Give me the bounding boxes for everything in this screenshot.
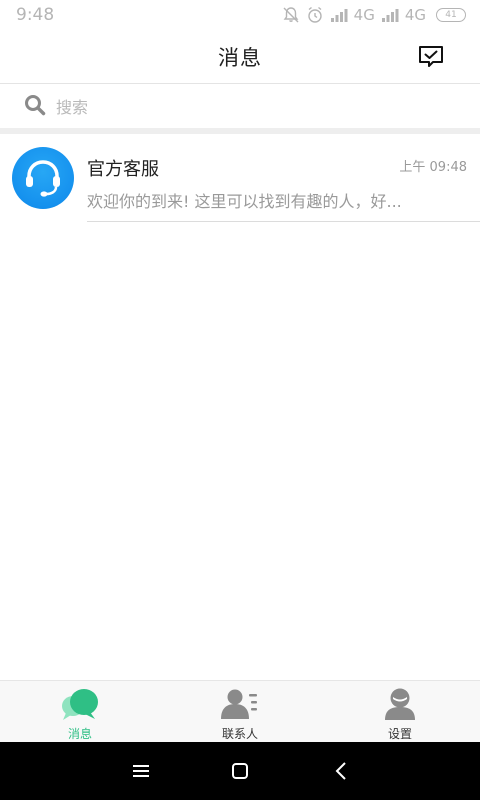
tab-messages-label: 消息	[67, 727, 92, 741]
conversation-name: 官方客服	[87, 159, 159, 180]
system-nav-bar	[0, 742, 480, 800]
bottom-nav: 消息 联系人 设置	[0, 680, 480, 742]
screen: 9:48 4G 4G 41 消息 搜索 官方客服 上午 09:48 欢迎你的到来…	[0, 0, 480, 800]
conversation-preview: 欢迎你的到来! 这里可以找到有趣的人，好...	[87, 192, 402, 211]
network-type-2: 4G	[404, 6, 426, 24]
signal-icon	[330, 8, 348, 22]
conversation-time: 上午 09:48	[399, 160, 467, 175]
back-icon[interactable]	[326, 756, 356, 786]
tab-messages[interactable]: 消息	[0, 681, 160, 742]
search-input[interactable]	[56, 97, 436, 117]
status-time: 9:48	[16, 5, 55, 25]
conversation-item[interactable]: 官方客服 上午 09:48 欢迎你的到来! 这里可以找到有趣的人，好...	[0, 134, 480, 224]
network-type-1: 4G	[353, 6, 375, 24]
settings-user-icon	[380, 686, 420, 721]
mute-bell-icon	[282, 6, 300, 24]
tab-contacts[interactable]: 联系人	[160, 681, 320, 742]
headset-icon	[26, 160, 60, 197]
contacts-icon	[220, 686, 260, 721]
tab-contacts-label: 联系人	[221, 727, 258, 741]
status-icons: 4G 4G 41	[282, 6, 466, 24]
search-icon	[24, 94, 46, 120]
menu-icon[interactable]	[126, 756, 156, 786]
page-title: 消息	[218, 45, 262, 70]
avatar	[12, 147, 74, 209]
alarm-icon	[306, 6, 324, 24]
signal-icon	[381, 8, 399, 22]
list-divider	[87, 221, 480, 222]
status-bar: 9:48 4G 4G 41	[0, 0, 480, 30]
message-check-icon[interactable]	[418, 44, 444, 70]
chat-bubbles-icon	[60, 686, 100, 721]
search-bar	[0, 86, 480, 128]
tab-settings-label: 设置	[387, 727, 412, 741]
home-icon[interactable]	[225, 756, 255, 786]
battery-level: 41	[445, 10, 457, 20]
battery-icon: 41	[436, 8, 466, 22]
title-bar: 消息	[0, 30, 480, 84]
tab-settings[interactable]: 设置	[320, 681, 480, 742]
